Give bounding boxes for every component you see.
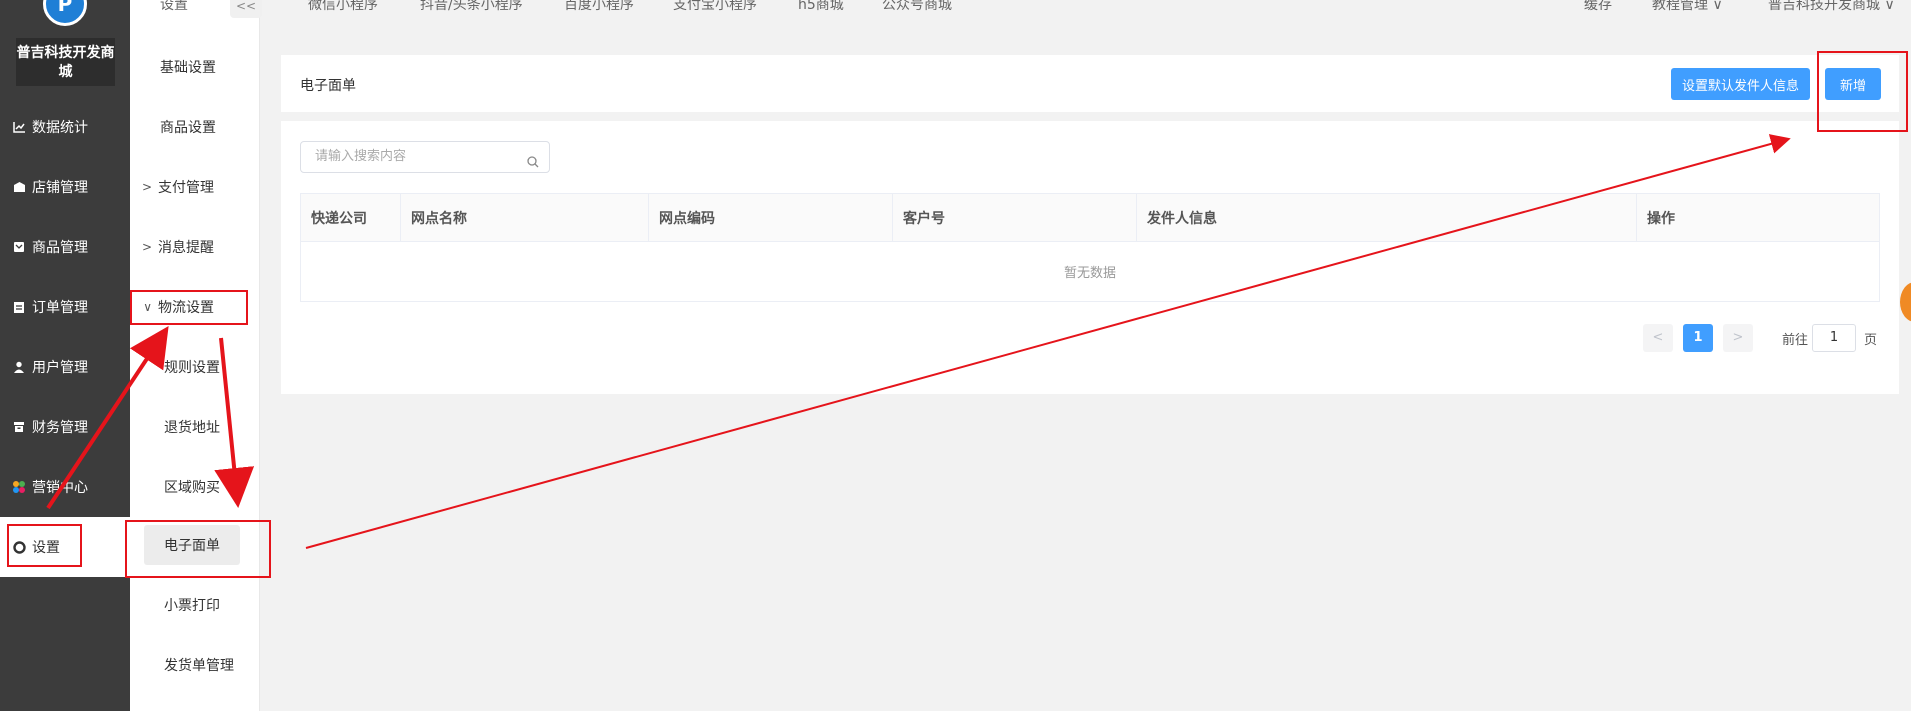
arrow-settings-to-logistics xyxy=(46,325,169,510)
annotation-arrows xyxy=(46,134,1791,549)
arrow-logistics-to-e-waybill xyxy=(214,337,255,508)
arrow-e-waybill-to-add xyxy=(305,134,1791,549)
